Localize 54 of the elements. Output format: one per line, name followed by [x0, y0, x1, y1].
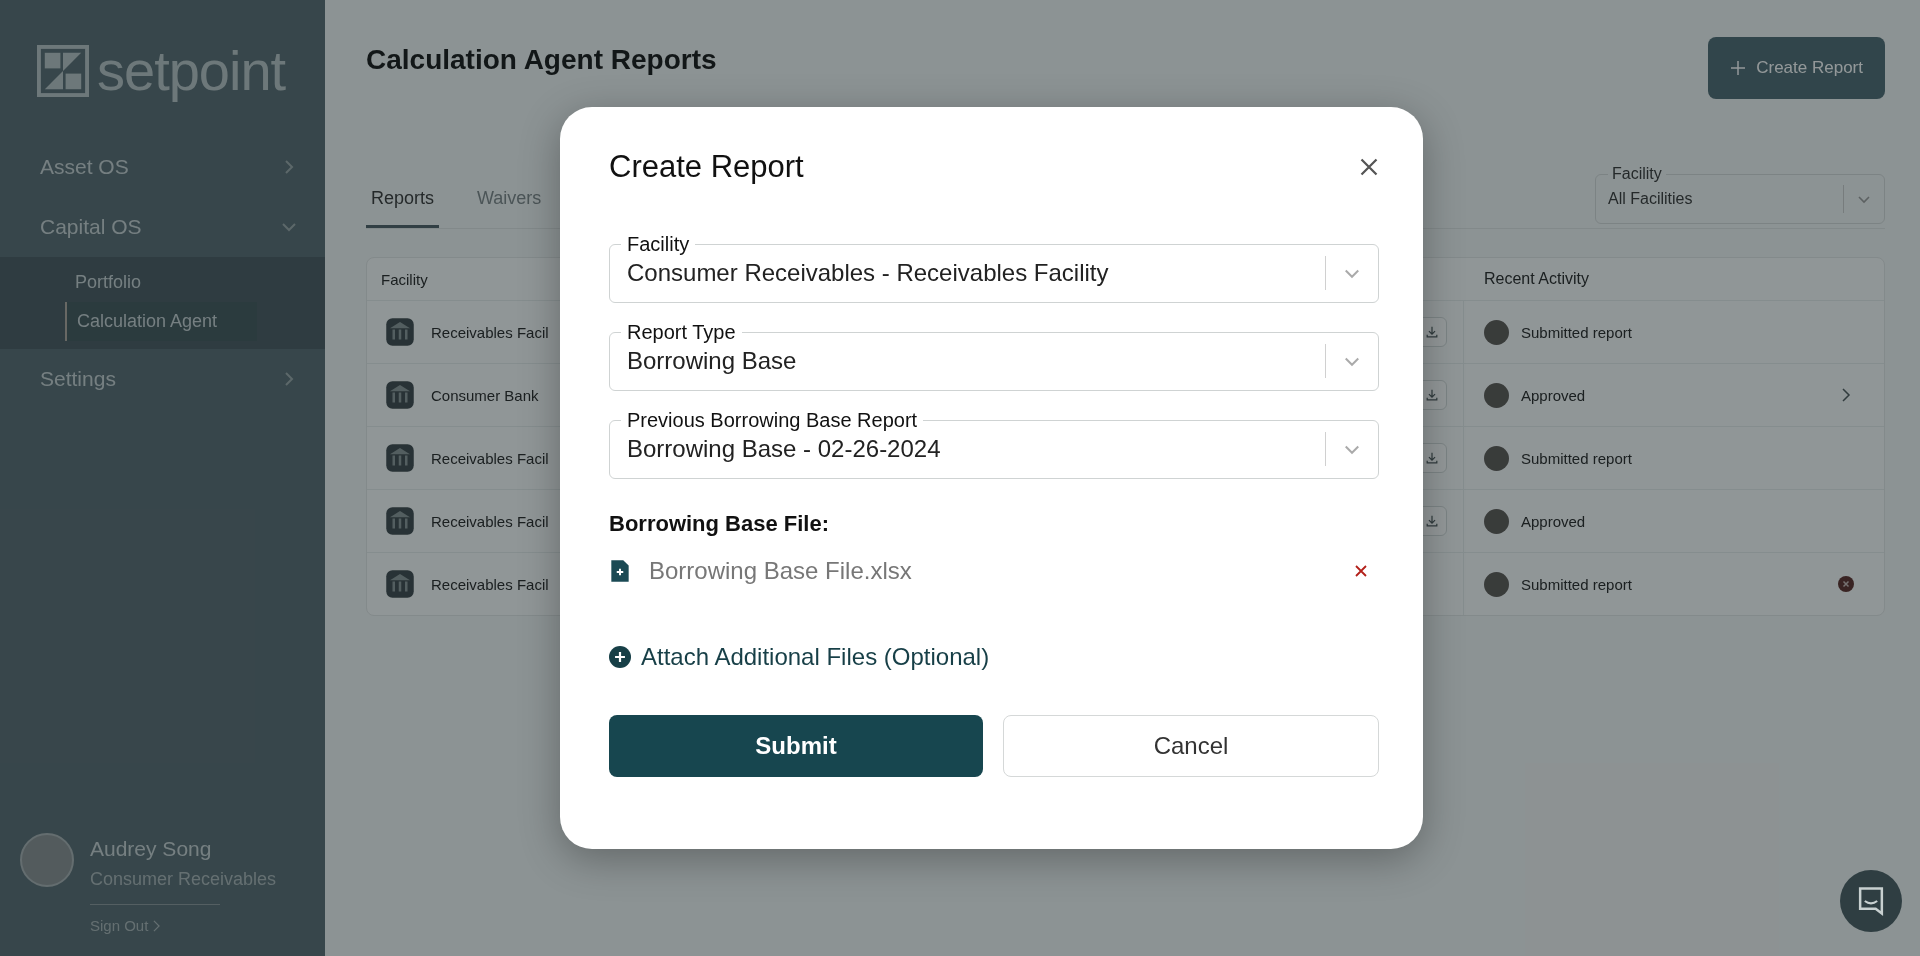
nav-subitem[interactable]: Calculation Agent — [65, 302, 257, 341]
file-name: Borrowing Base File.xlsx — [649, 557, 912, 585]
avatar — [1484, 319, 1509, 345]
page-title: Calculation Agent Reports — [366, 44, 717, 76]
nav-item[interactable]: Settings — [0, 349, 325, 409]
activity-text: Approved — [1521, 386, 1586, 404]
avatar — [1484, 445, 1509, 471]
tab[interactable]: Reports — [366, 188, 440, 228]
dialog-title: Create Report — [609, 149, 804, 185]
nav-item[interactable]: Capital OS — [0, 197, 325, 257]
facility-name: Receivables Facil — [431, 575, 549, 593]
activity-text: Submitted report — [1521, 449, 1632, 467]
avatar — [1484, 382, 1509, 408]
bank-icon — [385, 506, 415, 536]
download-icon — [1425, 388, 1439, 402]
bank-icon — [385, 317, 415, 347]
tab[interactable]: Waivers — [473, 188, 546, 228]
download-icon — [1425, 325, 1439, 339]
bank-icon — [385, 569, 415, 599]
select-field[interactable]: Facility Consumer Receivables - Receivables Facility — [609, 233, 1379, 303]
chevron-icon — [153, 919, 161, 932]
avatar — [20, 833, 74, 887]
nav-item[interactable]: Asset OS — [0, 137, 325, 197]
download-icon — [1425, 514, 1439, 528]
facility-name: Receivables Facil — [431, 323, 549, 341]
file-icon — [609, 558, 631, 584]
avatar — [1484, 508, 1509, 534]
bank-icon — [385, 443, 415, 473]
submit-button[interactable]: Submit — [609, 715, 983, 777]
user-name: Audrey Song — [90, 837, 213, 861]
logo-icon — [37, 45, 89, 97]
select-field[interactable]: Previous Borrowing Base Report Borrowing Base - 02-26-2024 — [609, 409, 1379, 479]
column-header: Recent Activity — [1484, 270, 1589, 288]
plus-icon — [1730, 60, 1747, 76]
activity-text: Submitted report — [1521, 323, 1632, 341]
file-heading: Borrowing Base File: — [609, 511, 831, 537]
activity-text: Approved — [1521, 512, 1586, 530]
activity-text: Submitted report — [1521, 575, 1632, 593]
avatar — [1484, 571, 1509, 597]
create-report-button[interactable]: Create Report — [1708, 37, 1885, 99]
nav-subitem[interactable]: Portfolio — [0, 263, 325, 302]
facility-name: Receivables Facil — [431, 449, 549, 467]
bank-icon — [385, 380, 415, 410]
chat-icon[interactable] — [1840, 870, 1902, 932]
download-icon — [1425, 451, 1439, 465]
close-icon[interactable] — [1359, 157, 1379, 177]
facility-name: Receivables Facil — [431, 512, 549, 530]
remove-icon[interactable] — [1353, 563, 1369, 579]
facility-filter-select[interactable]: Facility All Facilities — [1595, 165, 1885, 224]
column-header: Facility — [381, 270, 428, 288]
facility-name: Consumer Bank — [431, 386, 539, 404]
cancel-button[interactable]: Cancel — [1003, 715, 1379, 777]
attach-files-link[interactable]: Attach Additional Files (Optional) — [609, 643, 990, 671]
plus-circle-icon — [609, 646, 631, 668]
